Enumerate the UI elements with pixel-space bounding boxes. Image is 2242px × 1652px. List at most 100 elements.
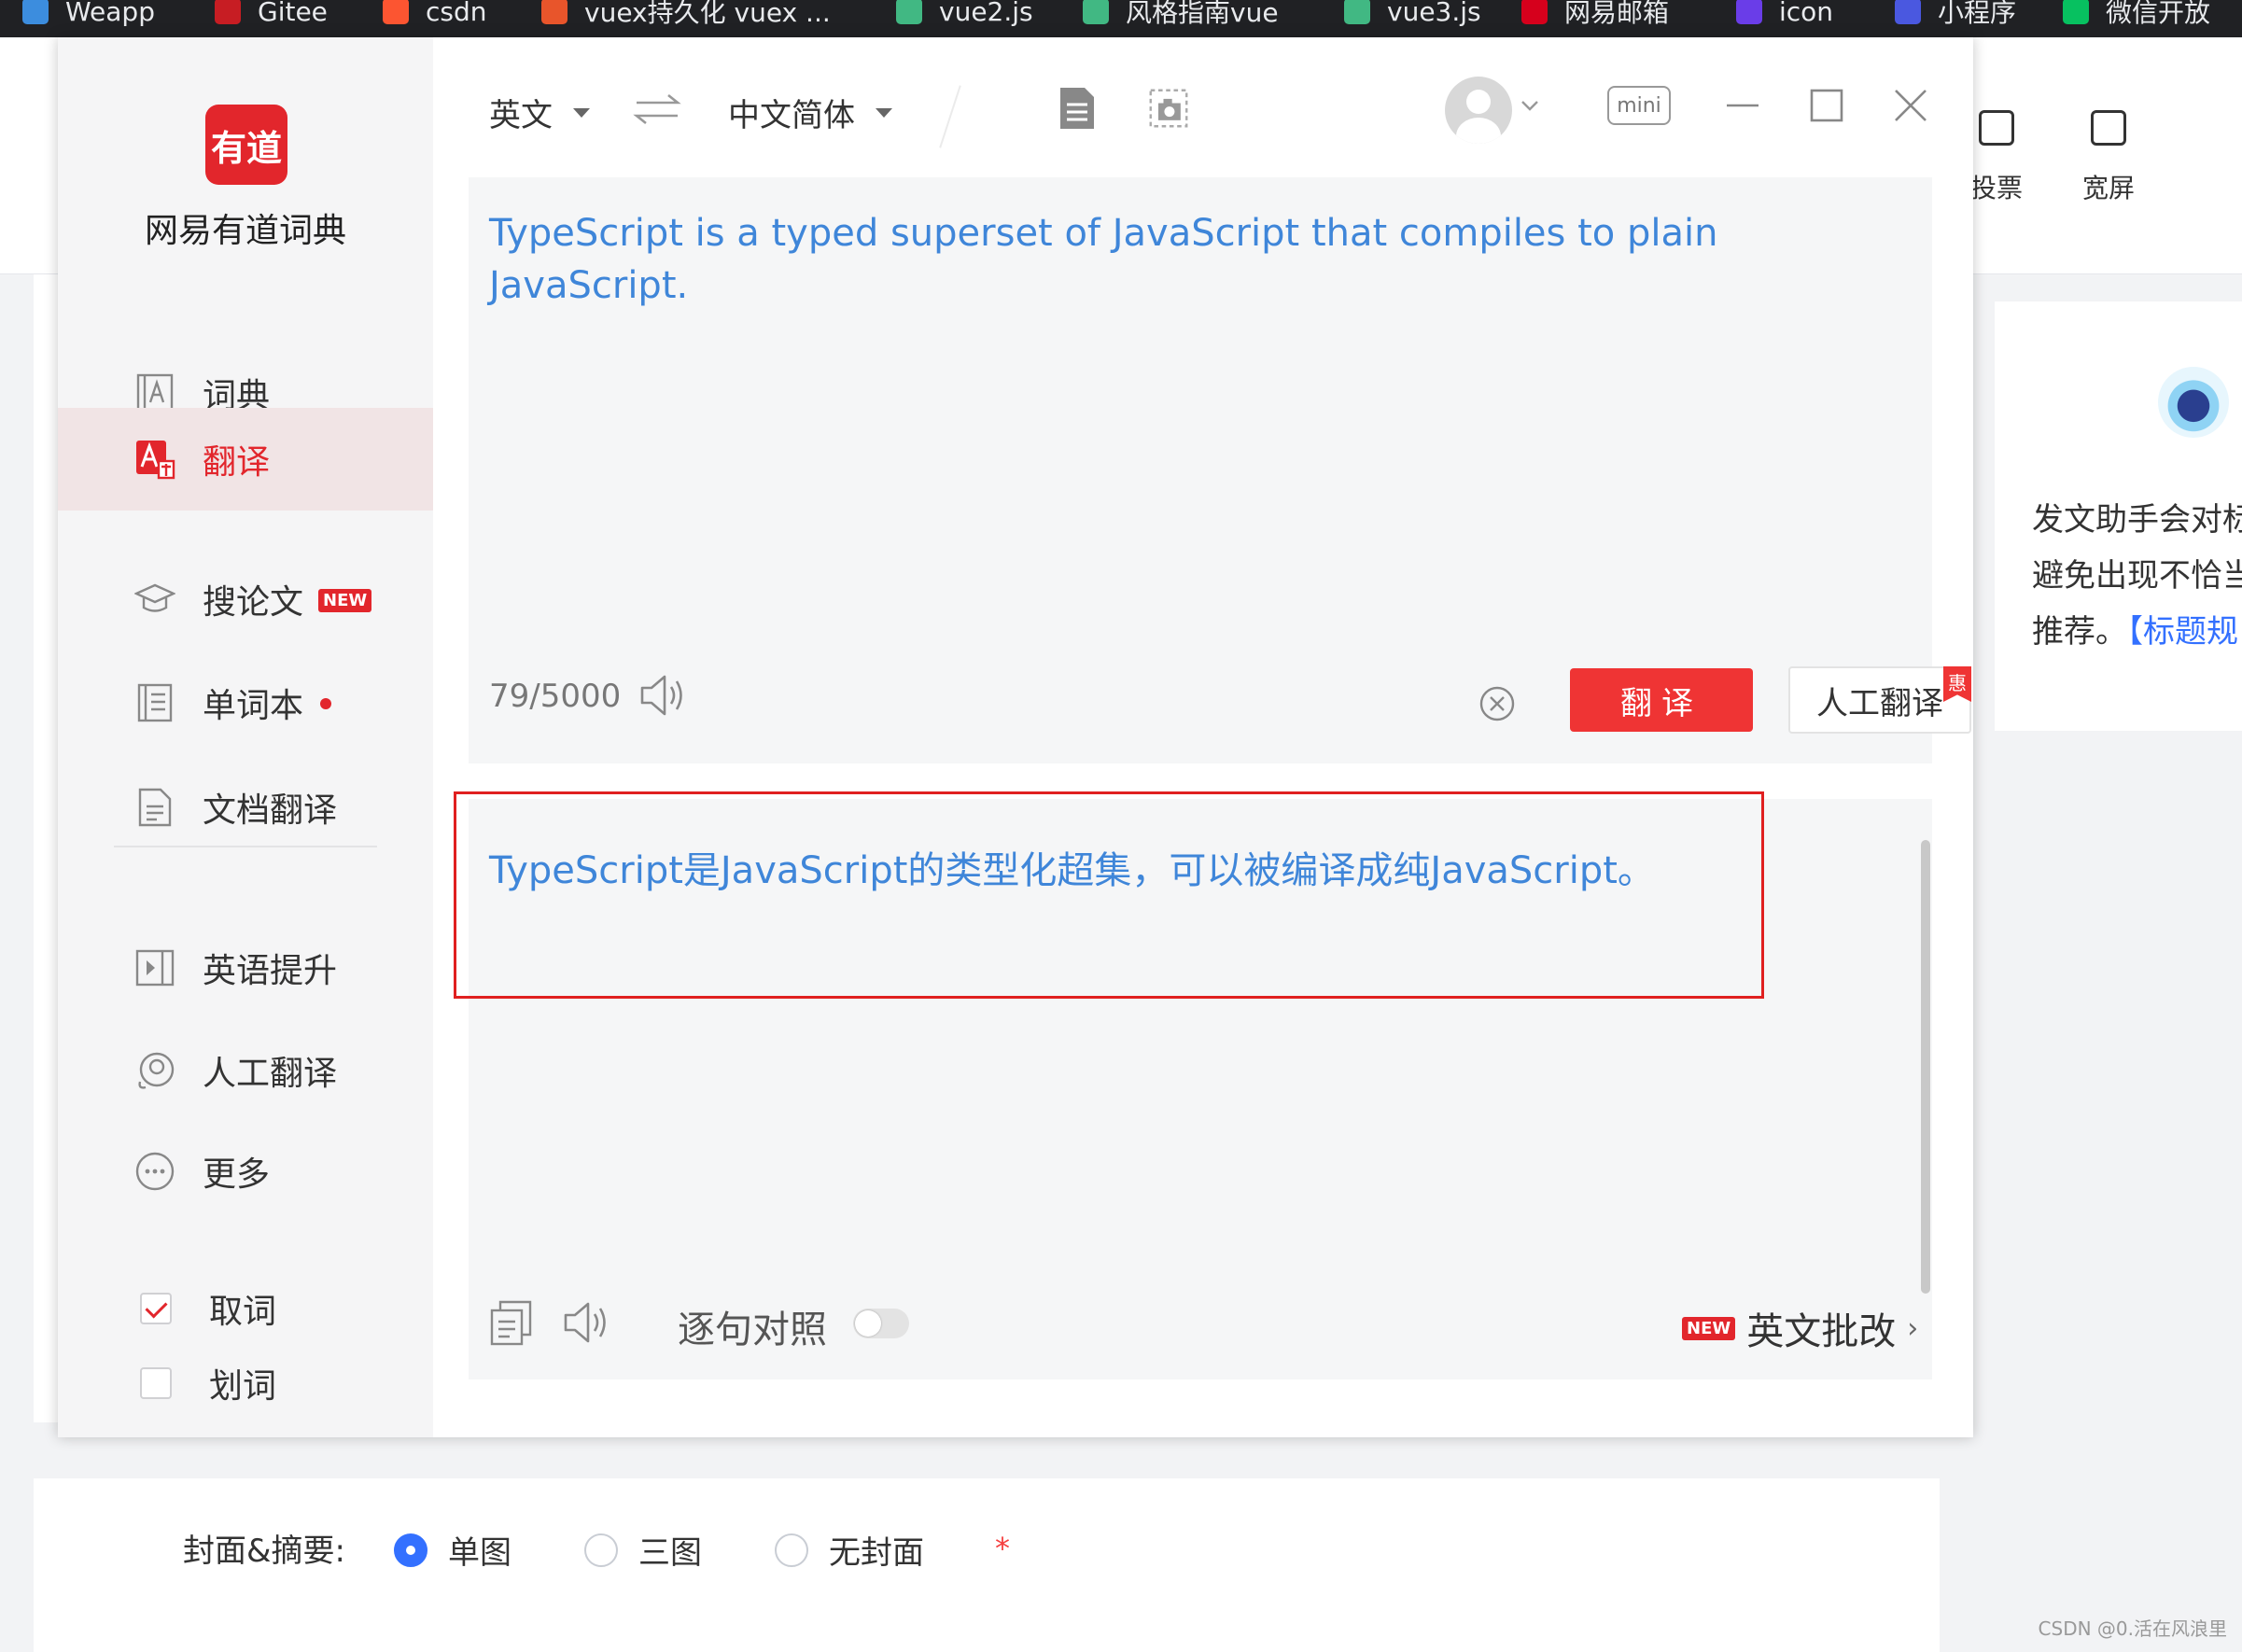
bookmark-label: Weapp xyxy=(65,0,155,27)
mini-mode-button[interactable]: mini xyxy=(1607,86,1671,125)
maximize-icon[interactable] xyxy=(1805,84,1848,127)
cover-option-none[interactable]: 无封面 xyxy=(775,1527,924,1573)
translate-button[interactable]: 翻译 xyxy=(1570,668,1753,732)
assistant-tip-line: 推荐。【标题规 xyxy=(2032,606,2238,651)
source-language-select[interactable]: 英文 xyxy=(489,90,590,135)
sidebar-item-human-translate[interactable]: 人工翻译 xyxy=(58,1019,433,1122)
bookmark-label: 风格指南vue xyxy=(1126,0,1279,28)
vote-label: 投票 xyxy=(1969,173,2023,203)
human-translate-label: 人工翻译 xyxy=(1816,684,1943,722)
clear-input-icon[interactable] xyxy=(1478,685,1516,722)
bookmark-label: 小程序 xyxy=(1938,0,2017,28)
bookmark-item[interactable]: csdn xyxy=(383,0,487,37)
bookmark-label: 微信开放 xyxy=(2106,0,2211,28)
bookmark-label: 网易邮箱 xyxy=(1564,0,1670,28)
cover-option-single[interactable]: 单图 xyxy=(394,1527,511,1573)
cover-form: 封面&摘要: 单图 三图 无封面 * xyxy=(34,1478,1940,1652)
radio-none[interactable] xyxy=(775,1533,808,1567)
select-word-toggle[interactable]: 划词 xyxy=(140,1359,276,1407)
radio-triple[interactable] xyxy=(584,1533,618,1567)
discount-tag: 惠 xyxy=(1943,666,1971,702)
bookmark-favicon-icon xyxy=(1895,0,1921,24)
chevron-right-icon: › xyxy=(1907,1311,1919,1345)
sidebar-item-label: 搜论文 NEW xyxy=(203,575,372,623)
sidebar-item-label: 翻译 xyxy=(203,443,271,482)
select-word-checkbox[interactable] xyxy=(140,1367,172,1399)
graduation-cap-icon xyxy=(134,583,175,612)
screenshot-translate-icon[interactable] xyxy=(1148,86,1189,131)
close-icon[interactable] xyxy=(1889,84,1932,127)
source-language-label: 英文 xyxy=(489,97,553,134)
bookmark-label: vuex持久化 vuex ... xyxy=(584,0,831,28)
highlight-annotation xyxy=(454,791,1764,999)
bookmark-favicon-icon xyxy=(896,0,922,24)
bookmark-label: vue2.js xyxy=(939,0,1033,27)
document-icon xyxy=(138,788,172,827)
widescreen-label: 宽屏 xyxy=(2081,173,2135,203)
essay-correction-link[interactable]: NEW 英文批改 › xyxy=(1682,1301,1918,1355)
bookmark-favicon-icon xyxy=(1344,0,1370,24)
speaker-icon[interactable] xyxy=(562,1299,610,1346)
sentence-compare-toggle[interactable] xyxy=(853,1309,909,1338)
bookmark-item[interactable]: icon xyxy=(1736,0,1833,37)
char-count: 79/5000 xyxy=(489,678,622,715)
target-language-select[interactable]: 中文简体 xyxy=(728,90,892,135)
sidebar: 有道 网易有道词典 词典 翻译 搜论文 NEW 单词本 文档翻译 英语提升 人工… xyxy=(58,37,433,1437)
sidebar-item-more[interactable]: 更多 xyxy=(58,1120,433,1223)
sidebar-item-label: 单词本 xyxy=(203,679,332,727)
bookmark-item[interactable]: vue3.js xyxy=(1344,0,1481,37)
result-scrollbar[interactable] xyxy=(1921,840,1930,1294)
select-word-label: 划词 xyxy=(209,1367,277,1406)
sentence-compare-label: 逐句对照 xyxy=(678,1309,827,1351)
play-video-icon xyxy=(135,949,175,987)
vote-icon xyxy=(1979,110,2014,146)
bookmark-item[interactable]: 网易邮箱 xyxy=(1521,0,1669,37)
more-icon xyxy=(135,1152,175,1191)
title-rules-link[interactable]: 【标题规 xyxy=(2127,613,2238,651)
bookmark-label: icon xyxy=(1779,0,1834,27)
widescreen-button[interactable]: 宽屏 xyxy=(2057,110,2160,205)
expand-icon xyxy=(2091,110,2126,146)
radio-single[interactable] xyxy=(394,1533,427,1567)
sidebar-item-wordbook[interactable]: 单词本 xyxy=(58,651,433,754)
minimize-icon[interactable] xyxy=(1721,84,1764,127)
source-panel: TypeScript is a typed superset of JavaSc… xyxy=(469,177,1971,763)
pick-word-toggle[interactable]: 取词 xyxy=(140,1284,276,1333)
bookmark-item[interactable]: vuex持久化 vuex ... xyxy=(541,0,831,37)
speaker-icon[interactable] xyxy=(638,672,687,719)
bookmark-item[interactable]: Gitee xyxy=(215,0,328,37)
bookmark-item[interactable]: 风格指南vue xyxy=(1083,0,1279,37)
bookmark-favicon-icon xyxy=(2063,0,2089,24)
cover-option-label: 无封面 xyxy=(829,1534,924,1572)
swap-languages-icon[interactable] xyxy=(633,93,681,125)
sidebar-item-english-boost[interactable]: 英语提升 xyxy=(58,917,433,1019)
document-translate-icon[interactable] xyxy=(1057,86,1098,131)
assistant-card: 发文助手会对标 避免出现不恰当 推荐。【标题规 xyxy=(1995,301,2242,731)
sidebar-item-doc-translate[interactable]: 文档翻译 xyxy=(58,756,433,859)
sidebar-divider xyxy=(114,846,377,847)
bookmark-item[interactable]: vue2.js xyxy=(896,0,1033,37)
bookmark-label: csdn xyxy=(426,0,487,27)
chevron-down-icon[interactable] xyxy=(1520,95,1540,116)
bookmark-item[interactable]: 微信开放 xyxy=(2063,0,2210,37)
chevron-down-icon xyxy=(573,107,590,118)
cover-option-label: 单图 xyxy=(448,1534,511,1572)
source-text-input[interactable]: TypeScript is a typed superset of JavaSc… xyxy=(489,207,1889,312)
bookmark-item[interactable]: Weapp xyxy=(22,0,155,37)
essay-correction-label: 英文批改 xyxy=(1746,1310,1897,1353)
sidebar-item-translate[interactable]: 翻译 xyxy=(58,408,433,511)
copy-icon[interactable] xyxy=(489,1299,534,1346)
bookmark-favicon-icon xyxy=(1736,0,1762,24)
assistant-tip-text: 推荐。 xyxy=(2032,613,2127,651)
bookmark-label: Gitee xyxy=(258,0,328,27)
user-avatar[interactable] xyxy=(1445,77,1512,144)
cover-option-triple[interactable]: 三图 xyxy=(584,1527,702,1573)
cover-option-label: 三图 xyxy=(638,1534,702,1572)
human-translate-button[interactable]: 人工翻译 惠 xyxy=(1788,666,1971,734)
sidebar-item-papers[interactable]: 搜论文 NEW xyxy=(58,548,433,651)
app-name: 网易有道词典 xyxy=(144,212,346,250)
csdn-watermark: CSDN @0.活在风浪里 xyxy=(2038,1617,2227,1640)
pick-word-checkbox[interactable] xyxy=(140,1293,172,1324)
youdao-logo: 有道 xyxy=(205,105,287,185)
bookmark-item[interactable]: 小程序 xyxy=(1895,0,2016,37)
